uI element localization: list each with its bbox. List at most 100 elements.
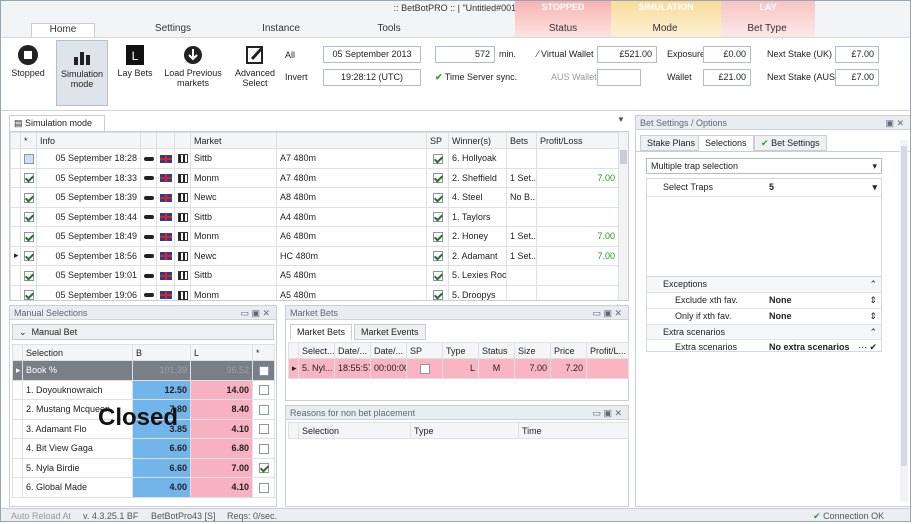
tab-stake-plans[interactable]: Stake Plans (640, 135, 703, 151)
invert-selection-button[interactable]: Invert (285, 72, 308, 82)
tab-dropdown-icon[interactable]: ▼ (617, 115, 629, 129)
market-row[interactable]: 05 September 18:39 Newc A8 480m 4. Steel… (10, 187, 619, 208)
extra-scenarios-value[interactable]: No extra scenarios (769, 340, 850, 355)
col-reason-selection[interactable]: Selection (298, 422, 411, 439)
market-row[interactable]: 05 September 18:33 Monm A7 480m 2. Sheff… (10, 167, 619, 188)
sp-checkbox[interactable] (432, 153, 443, 164)
runner-back-price[interactable]: 6.60 (132, 438, 191, 459)
stopped-button[interactable]: Stopped (5, 40, 51, 106)
runner-row[interactable]: 6. Global Made 4.00 4.10 (12, 477, 275, 498)
runner-lay-price[interactable]: 7.00 (190, 457, 253, 478)
extra-scenarios-group[interactable]: Extra scenarios ⌃ (647, 324, 881, 339)
spinner-icon[interactable]: ⇕ (869, 309, 877, 324)
market-checkbox[interactable] (24, 192, 34, 203)
markets-scrollbar[interactable] (618, 132, 628, 300)
sp-checkbox[interactable] (432, 192, 443, 203)
only-if-value[interactable]: None (769, 309, 792, 324)
runner-lay-price[interactable]: 6.80 (190, 438, 253, 459)
col-reason-time[interactable]: Time (518, 422, 629, 439)
runner-lay-price[interactable]: 14.00 (190, 379, 253, 400)
scroll-thumb[interactable] (901, 146, 907, 466)
sp-checkbox[interactable] (432, 173, 443, 184)
col-select[interactable]: Select... (298, 342, 335, 359)
select-traps-dropdown[interactable]: 5 ▾ (767, 179, 881, 196)
sp-checkbox[interactable] (432, 270, 443, 281)
runner-lay-price[interactable]: 4.10 (190, 477, 253, 498)
next-stake-uk-field[interactable]: £7.00 (835, 46, 879, 63)
selection-mode-dropdown[interactable]: Multiple trap selection ▾ (646, 158, 882, 174)
col-bets[interactable]: Bets (506, 132, 537, 149)
market-checkbox[interactable] (24, 173, 34, 184)
sp-checkbox[interactable] (432, 212, 443, 223)
wallet-field[interactable]: £21.00 (703, 69, 751, 86)
col-selection[interactable]: Selection (22, 344, 133, 361)
col-date-placed[interactable]: Date/... (334, 342, 371, 359)
col-profit-loss[interactable]: Profit/Loss (536, 132, 619, 149)
market-row[interactable]: 05 September 19:06 Monm A5 480m 5. Droop… (10, 284, 619, 300)
tab-market-events[interactable]: Market Events (354, 324, 426, 340)
bet-sp-checkbox[interactable] (419, 363, 430, 374)
runner-checkbox[interactable] (258, 443, 269, 454)
exposure-field[interactable]: £0.00 (703, 46, 751, 63)
runner-checkbox[interactable] (258, 424, 269, 435)
col-star[interactable]: * (20, 132, 37, 149)
runner-back-price[interactable]: 4.00 (132, 477, 191, 498)
lay-bets-button[interactable]: L Lay Bets (113, 40, 157, 106)
spinner-icon[interactable]: ⇕ (869, 293, 877, 308)
runner-row[interactable]: 5. Nyla Birdie 6.60 7.00 (12, 457, 275, 478)
tab-bet-settings[interactable]: ✔ Bet Settings (754, 135, 827, 151)
tab-instance[interactable]: Instance (249, 23, 313, 37)
tab-simulation-mode[interactable]: ▤ Simulation mode (9, 115, 105, 131)
tab-bet-type[interactable]: Bet Type (735, 23, 799, 37)
col-price[interactable]: Price (550, 342, 587, 359)
runner-checkbox[interactable] (258, 385, 269, 396)
virtual-wallet-field[interactable]: £521.00 (597, 46, 657, 63)
runner-row[interactable]: 1. Doyouknowraich 12.50 14.00 (12, 379, 275, 400)
tab-mode[interactable]: Mode (633, 23, 697, 37)
col-reason-type[interactable]: Type (410, 422, 519, 439)
simulation-mode-button[interactable]: Simulation mode (56, 40, 108, 106)
runner-back-price[interactable]: 12.50 (132, 379, 191, 400)
minutes-field[interactable]: 572 (435, 46, 495, 63)
next-stake-aus-field[interactable]: £7.00 (835, 69, 879, 86)
market-row[interactable]: 05 September 19:01 Sittb A5 480m 5. Lexi… (10, 265, 619, 286)
market-bet-row[interactable]: ▸ 5. Nyl... 18:55:57 00:00:00 L M 7.00 7.20 (288, 358, 629, 379)
col-type[interactable]: Type (442, 342, 479, 359)
exclude-value[interactable]: None (769, 293, 792, 308)
sp-checkbox[interactable] (432, 231, 443, 242)
tab-selections[interactable]: Selections (698, 135, 754, 151)
aus-wallet-field[interactable] (597, 69, 641, 86)
tab-status[interactable]: Status (531, 23, 595, 37)
col-sp[interactable]: SP (426, 132, 449, 149)
market-row[interactable]: 05 September 18:49 Monm A6 480m 2. Honey… (10, 226, 619, 247)
tab-tools[interactable]: Tools (357, 23, 421, 37)
exceptions-group[interactable]: Exceptions ⌃ (647, 277, 881, 292)
col-bet-sp[interactable]: SP (406, 342, 443, 359)
market-checkbox[interactable] (24, 251, 34, 262)
time-field[interactable]: 19:28:12 (UTC) (323, 69, 421, 86)
runner-lay-price[interactable]: 8.40 (190, 399, 253, 420)
col-bet-profit[interactable]: Profit/L... (586, 342, 629, 359)
runner-back-price[interactable]: 6.60 (132, 457, 191, 478)
market-checkbox[interactable] (24, 212, 34, 223)
select-all-button[interactable]: All (285, 50, 295, 60)
runner-lay-price[interactable]: 4.10 (190, 418, 253, 439)
tab-home[interactable]: Home (31, 23, 95, 37)
market-row[interactable]: 05 September 18:28 Sittb A7 480m 6. Holl… (10, 148, 619, 169)
runner-checkbox[interactable] (258, 404, 269, 415)
market-checkbox[interactable] (24, 153, 34, 164)
market-row[interactable]: ▸ 05 September 18:56 Newc HC 480m 2. Ada… (10, 245, 619, 266)
runner-checkbox[interactable] (258, 463, 269, 474)
col-back[interactable]: B (132, 344, 191, 361)
sp-checkbox[interactable] (432, 251, 443, 262)
pane-buttons[interactable]: ▭ ▣ ✕ (592, 406, 622, 420)
settings-scrollbar[interactable] (900, 140, 908, 502)
market-checkbox[interactable] (24, 290, 34, 300)
market-checkbox[interactable] (24, 270, 34, 281)
book-checkbox[interactable] (258, 365, 269, 376)
market-checkbox[interactable] (24, 231, 34, 242)
pane-buttons[interactable]: ▣ ✕ (885, 116, 904, 130)
col-select-star[interactable]: * (252, 344, 275, 361)
col-winners[interactable]: Winner(s) (448, 132, 507, 149)
load-previous-button[interactable]: Load Previous markets (161, 40, 225, 106)
